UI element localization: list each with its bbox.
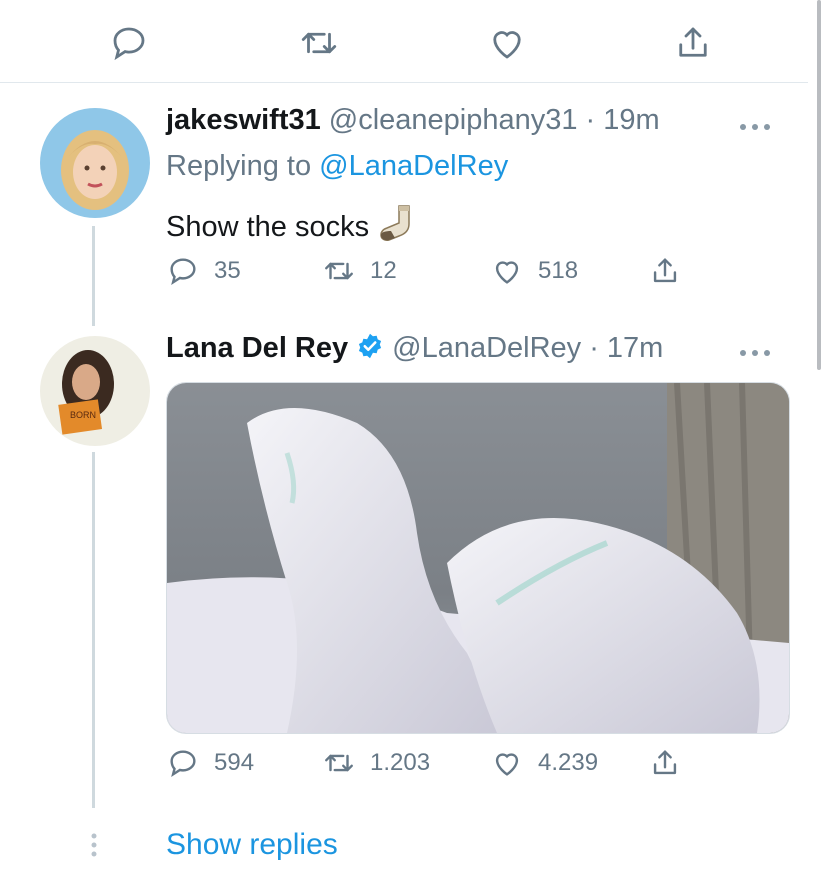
tweet-media-photo[interactable]	[166, 382, 790, 734]
display-name[interactable]: jakeswift31	[166, 104, 321, 137]
timestamp[interactable]: 19m	[603, 104, 659, 137]
tweet-text-content: Show the socks	[166, 210, 370, 243]
thread-line	[92, 226, 95, 326]
handle[interactable]: @LanaDelRey	[392, 332, 581, 365]
reply-button[interactable]: 594	[166, 746, 254, 780]
share-icon	[653, 750, 677, 775]
handle[interactable]: @cleanepiphany31	[329, 104, 578, 137]
share-icon[interactable]	[672, 22, 714, 64]
retweet-count: 12	[370, 257, 397, 284]
like-icon[interactable]	[486, 22, 528, 64]
reply-button[interactable]: 35	[166, 254, 241, 288]
share-button[interactable]	[648, 254, 682, 288]
tweet-header: Lana Del Rey @LanaDelRey · 17m	[166, 332, 663, 365]
like-button[interactable]: 518	[490, 254, 578, 288]
separator: ·	[585, 104, 596, 136]
retweet-icon	[325, 262, 353, 280]
tweet-header: jakeswift31 @cleanepiphany31 · 19m	[166, 104, 660, 137]
reply-count: 594	[214, 749, 255, 776]
tweet-actions: 594 1.203 4.239	[166, 746, 726, 786]
like-count: 518	[538, 257, 579, 284]
reply-icon[interactable]	[108, 22, 150, 64]
share-button[interactable]	[648, 746, 682, 780]
retweet-button[interactable]: 12	[322, 254, 397, 288]
replying-prefix: Replying to	[166, 150, 312, 182]
reply-count: 35	[214, 257, 241, 284]
retweet-icon	[325, 754, 353, 772]
reply-icon	[170, 258, 196, 286]
share-icon	[653, 258, 677, 283]
display-name[interactable]: Lana Del Rey	[166, 332, 348, 365]
more-options-icon[interactable]	[737, 120, 773, 132]
verified-badge-icon	[356, 332, 384, 365]
tweet-actions: 35 12 518	[166, 254, 726, 294]
like-icon	[495, 261, 519, 284]
svg-text:BORN: BORN	[70, 410, 96, 420]
replying-to: Replying to @LanaDelRey	[166, 150, 508, 183]
like-count: 4.239	[538, 749, 599, 776]
avatar[interactable]: BORN	[40, 336, 150, 446]
reply-icon	[170, 750, 196, 778]
timestamp[interactable]: 17m	[607, 332, 663, 365]
like-icon	[495, 753, 519, 776]
thread-dots-icon	[88, 832, 100, 858]
sock-icon	[377, 202, 419, 252]
divider	[0, 82, 808, 83]
replying-to-link[interactable]: @LanaDelRey	[319, 150, 508, 182]
retweet-icon[interactable]	[298, 22, 340, 64]
thread-line	[92, 452, 95, 808]
like-button[interactable]: 4.239	[490, 746, 598, 780]
more-options-icon[interactable]	[737, 346, 773, 358]
show-replies-link[interactable]: Show replies	[166, 828, 338, 862]
scrollbar[interactable]	[817, 0, 821, 370]
tweet-text: Show the socks	[166, 202, 419, 252]
retweet-count: 1.203	[370, 749, 431, 776]
separator: ·	[589, 332, 599, 364]
parent-tweet-actions	[0, 0, 808, 82]
retweet-button[interactable]: 1.203	[322, 746, 430, 780]
avatar[interactable]	[40, 108, 150, 218]
